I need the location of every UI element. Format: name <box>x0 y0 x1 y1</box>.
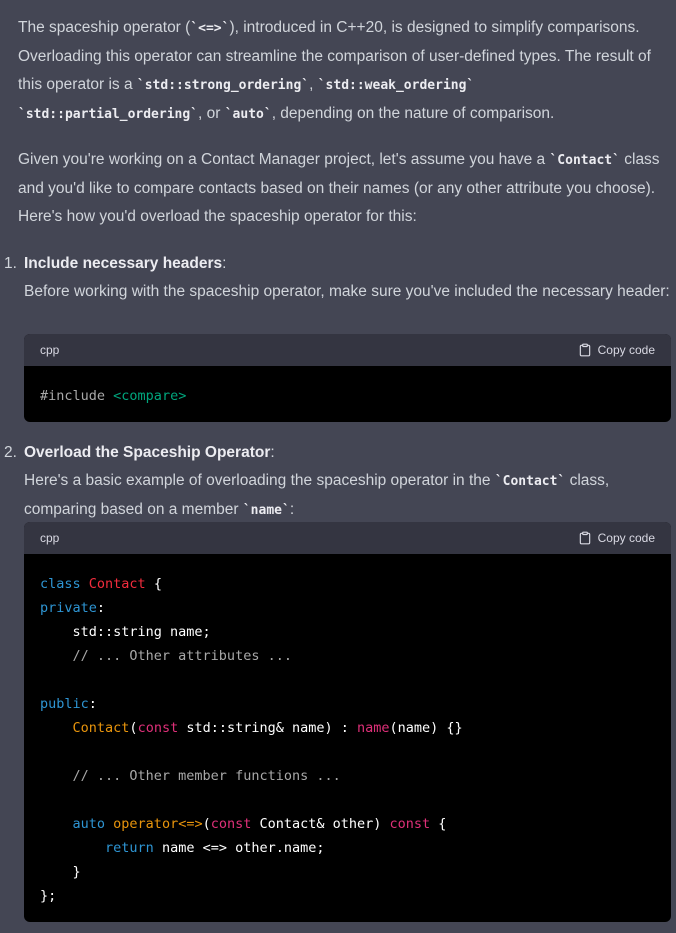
text: , or <box>198 105 225 122</box>
text: Given you're working on a Contact Manage… <box>18 151 550 168</box>
code-block-header: cpp Copy code <box>24 522 671 554</box>
inline-code: `auto` <box>224 107 272 122</box>
list-number: 2. <box>4 444 17 461</box>
text: : <box>222 255 227 272</box>
inline-code: `Contact` <box>549 153 620 168</box>
inline-code: `name` <box>242 503 290 518</box>
inline-code: `std::strong_ordering` <box>136 78 310 93</box>
intro-paragraph: The spaceship operator (`<=>`), introduc… <box>18 14 674 129</box>
code-block-include: cpp Copy code #include <compare> <box>24 334 671 422</box>
clipboard-icon <box>579 343 590 357</box>
clipboard-icon <box>579 531 590 545</box>
copy-code-label: Copy code <box>597 343 655 357</box>
code-block-contact-class: cpp Copy code class Contact { private: s… <box>24 522 671 922</box>
list-number: 1. <box>4 255 17 272</box>
inline-code: `Contact` <box>494 474 566 489</box>
code-language-label: cpp <box>40 343 60 357</box>
step-text: Overload the Spaceship Operator: Here's a… <box>24 439 670 525</box>
text: The spaceship operator ( <box>18 19 191 36</box>
copy-code-button[interactable]: Copy code <box>578 343 655 357</box>
text: : <box>270 444 275 461</box>
step-body: Before working with the spaceship operat… <box>24 283 670 300</box>
code-content: class Contact { private: std::string nam… <box>40 576 463 904</box>
inline-code: `std::partial_ordering` <box>18 107 199 122</box>
step-text: Include necessary headers: Before working… <box>24 250 670 306</box>
code-block-header: cpp Copy code <box>24 334 671 366</box>
chat-message: The spaceship operator (`<=>`), introduc… <box>0 0 676 933</box>
copy-code-label: Copy code <box>597 531 655 545</box>
text: : <box>289 501 295 518</box>
code-language-label: cpp <box>40 531 60 545</box>
inline-code: `<=>` <box>190 21 230 36</box>
text: , <box>309 76 318 93</box>
copy-code-button[interactable]: Copy code <box>578 531 655 545</box>
inline-code: `std::weak_ordering` <box>317 78 475 93</box>
code-content: #include <compare> <box>40 388 187 404</box>
text: , depending on the nature of comparison. <box>271 105 555 122</box>
text: Here's a basic example of overloading th… <box>24 472 495 489</box>
step-title: Overload the Spaceship Operator <box>24 444 271 461</box>
context-paragraph: Given you're working on a Contact Manage… <box>18 146 674 231</box>
step-title: Include necessary headers <box>24 255 223 272</box>
